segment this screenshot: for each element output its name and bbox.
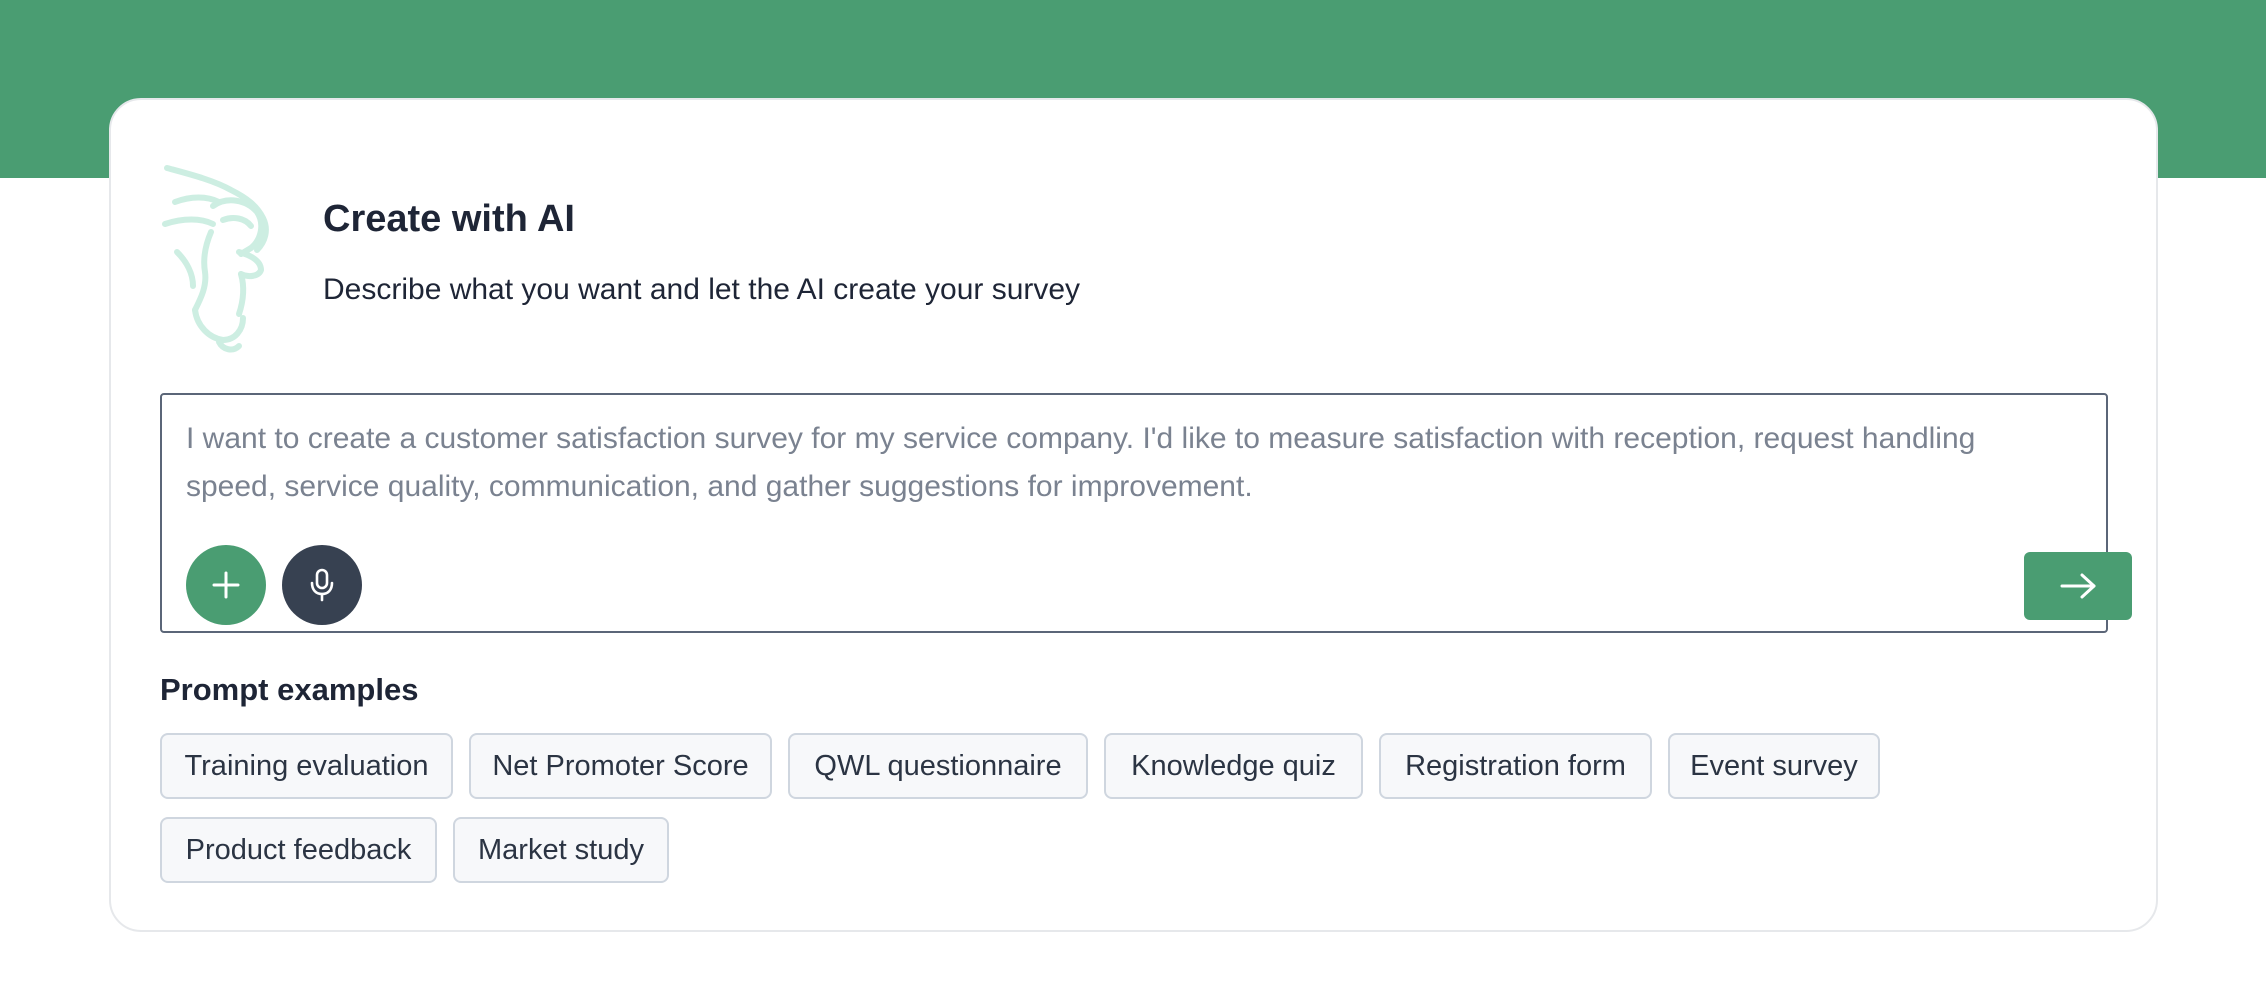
example-chip-qwl-questionnaire[interactable]: QWL questionnaire: [788, 733, 1088, 799]
page-subtitle: Describe what you want and let the AI cr…: [323, 273, 1081, 306]
example-chip-registration-form[interactable]: Registration form: [1379, 733, 1652, 799]
create-with-ai-card: Create with AI Describe what you want an…: [109, 98, 2158, 932]
microphone-button[interactable]: [282, 545, 362, 625]
microphone-icon: [310, 568, 334, 602]
example-chip-knowledge-quiz[interactable]: Knowledge quiz: [1104, 733, 1363, 799]
prompt-examples-label: Prompt examples: [160, 672, 419, 707]
mascot-logo: [162, 165, 269, 353]
example-chip-training-evaluation[interactable]: Training evaluation: [160, 733, 453, 799]
example-chip-event-survey[interactable]: Event survey: [1668, 733, 1880, 799]
prompt-placeholder[interactable]: I want to create a customer satisfaction…: [186, 415, 2066, 511]
example-chip-product-feedback[interactable]: Product feedback: [160, 817, 437, 883]
plus-icon: [212, 571, 240, 599]
page-title: Create with AI: [323, 198, 575, 240]
example-chip-market-study[interactable]: Market study: [453, 817, 669, 883]
example-chip-net-promoter-score[interactable]: Net Promoter Score: [469, 733, 772, 799]
prompt-input[interactable]: I want to create a customer satisfaction…: [160, 393, 2132, 633]
add-button[interactable]: [186, 545, 266, 625]
arrow-right-icon: [2060, 573, 2096, 599]
send-button[interactable]: [2024, 552, 2132, 620]
